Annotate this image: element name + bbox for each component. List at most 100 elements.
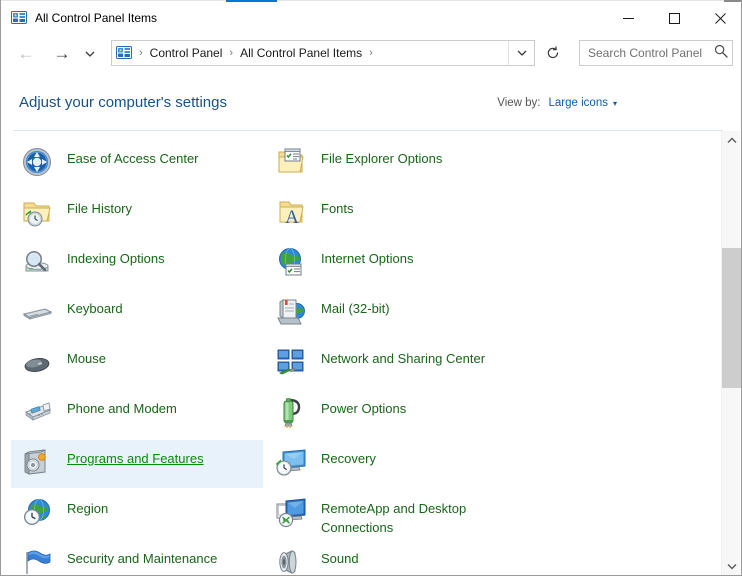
scroll-up-button[interactable]	[722, 131, 741, 149]
mouse-icon	[21, 346, 53, 378]
svg-text:A: A	[285, 207, 299, 228]
scroll-down-button[interactable]	[722, 557, 741, 575]
cp-item-label: Mail (32-bit)	[321, 299, 390, 318]
cp-item-mouse[interactable]: Mouse	[11, 340, 263, 388]
cp-item-label: Phone and Modem	[67, 399, 177, 418]
cp-item-label: Keyboard	[67, 299, 123, 318]
cp-item-ease-of-access-center[interactable]: Ease of Access Center	[11, 140, 263, 188]
search-icon[interactable]	[714, 44, 728, 63]
cp-item-sound[interactable]: Sound	[265, 540, 517, 576]
page-title: Adjust your computer's settings	[19, 94, 227, 111]
scrollbar-thumb[interactable]	[722, 248, 741, 388]
back-button[interactable]: ←	[11, 39, 41, 69]
internet-options-icon	[275, 246, 307, 278]
file-explorer-options-icon	[275, 146, 307, 178]
vertical-scrollbar[interactable]	[721, 131, 740, 575]
window-controls	[605, 2, 742, 34]
back-arrow-icon: ←	[18, 44, 35, 64]
search-input[interactable]	[588, 46, 714, 60]
refresh-icon	[546, 46, 560, 60]
breadcrumb-separator: ›	[132, 47, 150, 59]
cp-item-keyboard[interactable]: Keyboard	[11, 290, 263, 338]
refresh-button[interactable]	[539, 40, 567, 66]
cp-item-file-explorer-options[interactable]: File Explorer Options	[265, 140, 517, 188]
control-panel-icon	[11, 10, 27, 26]
region-icon	[21, 496, 53, 528]
fonts-icon: A	[275, 196, 307, 228]
control-panel-icon	[116, 45, 132, 61]
cp-item-label: File History	[67, 199, 132, 218]
security-and-maintenance-icon	[21, 546, 53, 576]
cp-item-label: Internet Options	[321, 249, 414, 268]
sound-icon	[275, 546, 307, 576]
view-by-value[interactable]: Large icons	[549, 97, 608, 109]
control-panel-items-list: Ease of Access Center File History	[1, 131, 723, 576]
breadcrumb-item-all-control-panel-items[interactable]: All Control Panel Items	[240, 46, 362, 60]
close-icon	[715, 13, 726, 24]
cp-item-indexing-options[interactable]: Indexing Options	[11, 240, 263, 288]
chevron-up-icon	[727, 137, 737, 144]
recent-locations-button[interactable]	[79, 39, 101, 69]
cp-item-remoteapp-and-desktop-connections[interactable]: RemoteApp and Desktop Connections	[265, 490, 517, 538]
file-history-icon	[21, 196, 53, 228]
cp-item-network-and-sharing-center[interactable]: Network and Sharing Center	[265, 340, 517, 388]
chevron-down-icon	[727, 563, 737, 570]
programs-and-features-icon	[21, 446, 53, 478]
cp-item-label: Region	[67, 499, 108, 518]
view-by-label: View by:	[497, 97, 540, 109]
cp-item-phone-and-modem[interactable]: Phone and Modem	[11, 390, 263, 438]
cp-item-programs-and-features[interactable]: Programs and Features	[11, 440, 263, 488]
content-header: Adjust your computer's settings View by:…	[1, 80, 723, 130]
breadcrumb-separator: ›	[222, 47, 240, 59]
breadcrumb-separator-trailing: ›	[362, 47, 380, 59]
address-dropdown-button[interactable]	[508, 41, 534, 65]
maximize-button[interactable]	[651, 2, 697, 34]
window-title: All Control Panel Items	[35, 11, 157, 25]
phone-and-modem-icon	[21, 396, 53, 428]
mail-icon	[275, 296, 307, 328]
minimize-icon	[623, 13, 634, 24]
cp-item-file-history[interactable]: File History	[11, 190, 263, 238]
cp-item-label: Sound	[321, 549, 359, 568]
cp-item-fonts[interactable]: A Fonts	[265, 190, 517, 238]
forward-button[interactable]: →	[47, 39, 77, 69]
cp-item-label: File Explorer Options	[321, 149, 442, 168]
search-box[interactable]	[579, 40, 733, 66]
cp-item-label: Network and Sharing Center	[321, 349, 485, 368]
cp-item-security-and-maintenance[interactable]: Security and Maintenance	[11, 540, 263, 576]
cp-item-label: Indexing Options	[67, 249, 165, 268]
network-and-sharing-center-icon	[275, 346, 307, 378]
cp-item-label: Security and Maintenance	[67, 549, 217, 568]
cp-item-label: Power Options	[321, 399, 406, 418]
cp-item-label: Programs and Features	[67, 449, 204, 468]
cp-item-label: Ease of Access Center	[67, 149, 199, 168]
window-top-edge	[1, 0, 742, 1]
minimize-button[interactable]	[605, 2, 651, 34]
power-options-icon	[275, 396, 307, 428]
chevron-down-icon	[85, 51, 95, 58]
maximize-icon	[669, 13, 680, 24]
ease-of-access-icon	[21, 146, 53, 178]
cp-item-region[interactable]: Region	[11, 490, 263, 538]
forward-arrow-icon: →	[54, 44, 71, 64]
cp-item-internet-options[interactable]: Internet Options	[265, 240, 517, 288]
cp-item-label: Mouse	[67, 349, 106, 368]
title-bar[interactable]: All Control Panel Items	[1, 2, 742, 34]
close-button[interactable]	[697, 2, 742, 34]
address-bar[interactable]: › Control Panel › All Control Panel Item…	[111, 40, 535, 66]
chevron-down-icon[interactable]: ▾	[613, 99, 617, 108]
indexing-options-icon	[21, 246, 53, 278]
recovery-icon	[275, 446, 307, 478]
keyboard-icon	[21, 296, 53, 328]
cp-item-label: Fonts	[321, 199, 354, 218]
chevron-down-icon	[517, 50, 527, 57]
cp-item-label: Recovery	[321, 449, 376, 468]
breadcrumb-item-control-panel[interactable]: Control Panel	[150, 46, 223, 60]
control-panel-window: All Control Panel Items ←	[0, 0, 742, 576]
cp-item-label: RemoteApp and Desktop Connections	[321, 499, 501, 537]
cp-item-power-options[interactable]: Power Options	[265, 390, 517, 438]
cp-item-recovery[interactable]: Recovery	[265, 440, 517, 488]
remoteapp-and-desktop-connections-icon	[275, 496, 307, 528]
view-by-control[interactable]: View by: Large icons ▾	[497, 97, 617, 109]
cp-item-mail[interactable]: Mail (32-bit)	[265, 290, 517, 338]
